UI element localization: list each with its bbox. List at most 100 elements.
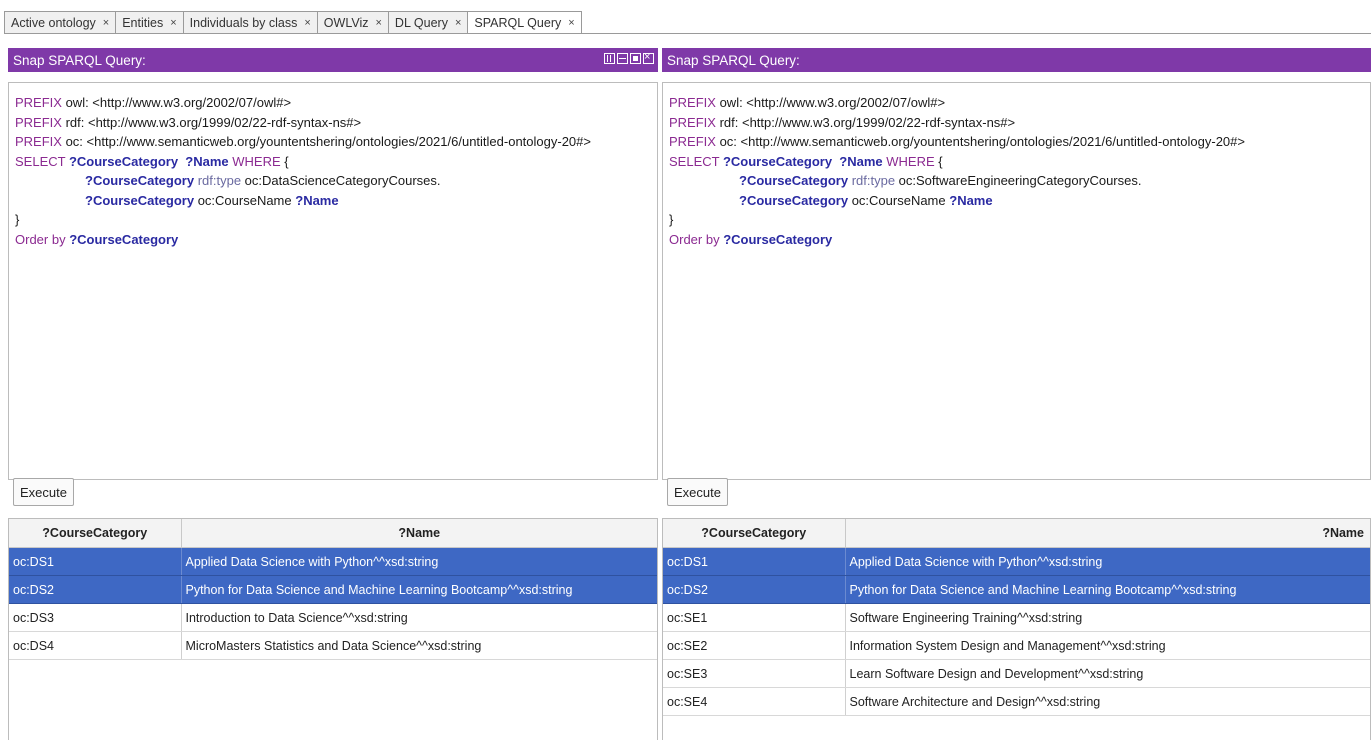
keyword: Order by	[669, 231, 720, 247]
column-header-course-category[interactable]: ?CourseCategory	[663, 519, 846, 548]
tab-label: OWLViz	[323, 16, 369, 30]
query-line: ?CourseCategory rdf:type oc:SoftwareEngi…	[669, 171, 1364, 191]
tab-list: Active ontology × Entities × Individuals…	[4, 11, 582, 34]
keyword: WHERE	[886, 153, 935, 169]
close-icon[interactable]: ×	[304, 17, 310, 29]
keyword: SELECT	[15, 153, 66, 169]
object: oc:DataScienceCategoryCourses.	[241, 173, 441, 188]
query-line: PREFIX owl: <http://www.w3.org/2002/07/o…	[669, 93, 1364, 113]
query-line: ?CourseCategory oc:CourseName ?Name	[15, 191, 651, 211]
table-row[interactable]: oc:SE2 Information System Design and Man…	[663, 631, 1370, 660]
variable: ?CourseCategory	[722, 153, 833, 169]
cell-category: oc:DS4	[9, 631, 182, 660]
variable: ?CourseCategory	[723, 231, 833, 247]
cell-name: Introduction to Data Science^^xsd:string	[181, 603, 657, 632]
close-icon[interactable]: ×	[568, 17, 574, 29]
tab-sparql-query[interactable]: SPARQL Query ×	[468, 12, 581, 34]
tab-dl-query[interactable]: DL Query ×	[389, 12, 469, 34]
variable: ?CourseCategory	[85, 173, 195, 188]
variable: ?Name	[295, 192, 339, 208]
tab-active-ontology[interactable]: Active ontology ×	[5, 12, 117, 34]
keyword: PREFIX	[669, 134, 716, 149]
prefix-text: rdf: <http://www.w3.org/1999/02/22-rdf-s…	[61, 114, 362, 130]
table-row[interactable]: oc:DS1 Applied Data Science with Python^…	[663, 547, 1370, 576]
prefix-text: rdf: <http://www.w3.org/1999/02/22-rdf-s…	[715, 114, 1016, 130]
cell-name: Software Engineering Training^^xsd:strin…	[845, 603, 1370, 632]
prefix-text: oc: <http://www.semanticweb.org/yountent…	[715, 134, 1245, 149]
panel-title-bar: Snap SPARQL Query:	[662, 48, 1371, 72]
column-header-name[interactable]: ?Name	[845, 519, 1370, 548]
cell-category: oc:DS1	[9, 547, 182, 576]
results-table: ?CourseCategory ?Name oc:DS1 Applied Dat…	[663, 519, 1370, 716]
cell-name: Learn Software Design and Development^^x…	[845, 659, 1370, 688]
query-editor[interactable]: PREFIX owl: <http://www.w3.org/2002/07/o…	[662, 82, 1371, 480]
query-line: PREFIX rdf: <http://www.w3.org/1999/02/2…	[15, 113, 651, 133]
object: oc:SoftwareEngineeringCategoryCourses.	[895, 173, 1142, 188]
results-table-container: ?CourseCategory ?Name oc:DS1 Applied Dat…	[8, 518, 658, 740]
tab-individuals-by-class[interactable]: Individuals by class ×	[184, 12, 318, 34]
cell-category: oc:SE2	[663, 631, 846, 660]
view-controls	[604, 50, 654, 64]
table-row[interactable]: oc:SE1 Software Engineering Training^^xs…	[663, 603, 1370, 632]
query-line: ?CourseCategory oc:CourseName ?Name	[669, 191, 1364, 211]
query-line: SELECT ?CourseCategory ?Name WHERE {	[15, 152, 651, 172]
table-row[interactable]: oc:DS4 MicroMasters Statistics and Data …	[9, 631, 657, 660]
query-line: Order by ?CourseCategory	[669, 230, 1364, 250]
panel-title: Snap SPARQL Query:	[667, 52, 800, 68]
maximize-icon[interactable]	[630, 53, 641, 64]
minimize-icon[interactable]	[617, 53, 628, 64]
panel-title: Snap SPARQL Query:	[13, 52, 146, 68]
close-icon[interactable]: ×	[455, 17, 461, 29]
cell-category: oc:SE4	[663, 687, 846, 716]
execute-button[interactable]: Execute	[667, 478, 728, 506]
variable: ?CourseCategory	[68, 153, 179, 169]
table-row[interactable]: oc:DS2 Python for Data Science and Machi…	[9, 575, 657, 604]
tab-owlviz[interactable]: OWLViz ×	[318, 12, 389, 34]
cell-name: MicroMasters Statistics and Data Science…	[181, 631, 657, 660]
tab-label: DL Query	[394, 16, 448, 30]
split-view-icon[interactable]	[604, 53, 615, 64]
panel-title-bar: Snap SPARQL Query:	[8, 48, 658, 72]
keyword: PREFIX	[15, 95, 62, 110]
table-row[interactable]: oc:SE3 Learn Software Design and Develop…	[663, 659, 1370, 688]
execute-button[interactable]: Execute	[13, 478, 74, 506]
tab-entities[interactable]: Entities ×	[116, 12, 184, 34]
variable: ?Name	[949, 192, 993, 208]
cell-category: oc:DS1	[663, 547, 846, 576]
close-icon[interactable]: ×	[103, 17, 109, 29]
brace: {	[934, 153, 943, 169]
variable: ?Name	[185, 153, 229, 169]
right-query-panel: Snap SPARQL Query: PREFIX owl: <http://w…	[662, 48, 1371, 740]
close-icon[interactable]: ×	[170, 17, 176, 29]
query-line: }	[15, 212, 20, 227]
cell-name: Python for Data Science and Machine Lear…	[845, 575, 1370, 604]
table-row[interactable]: oc:DS3 Introduction to Data Science^^xsd…	[9, 603, 657, 632]
tab-label: Individuals by class	[189, 16, 298, 30]
query-line: PREFIX rdf: <http://www.w3.org/1999/02/2…	[669, 113, 1364, 133]
left-query-panel: Snap SPARQL Query: PREFIX owl: <http://w…	[8, 48, 658, 740]
tab-label: SPARQL Query	[474, 16, 562, 30]
close-view-icon[interactable]	[643, 50, 654, 64]
column-header-name[interactable]: ?Name	[181, 519, 657, 548]
keyword: Order by	[15, 231, 66, 247]
results-table: ?CourseCategory ?Name oc:DS1 Applied Dat…	[9, 519, 657, 660]
cell-category: oc:DS2	[9, 575, 182, 604]
predicate: rdf:type	[851, 173, 896, 188]
cell-name: Python for Data Science and Machine Lear…	[181, 575, 657, 604]
table-row[interactable]: oc:DS2 Python for Data Science and Machi…	[663, 575, 1370, 604]
keyword: SELECT	[669, 153, 720, 169]
query-line: PREFIX oc: <http://www.semanticweb.org/y…	[15, 132, 651, 152]
predicate: oc:CourseName	[194, 192, 292, 208]
query-editor[interactable]: PREFIX owl: <http://www.w3.org/2002/07/o…	[8, 82, 658, 480]
brace: {	[280, 153, 289, 169]
table-row[interactable]: oc:DS1 Applied Data Science with Python^…	[9, 547, 657, 576]
tab-strip: Active ontology × Entities × Individuals…	[0, 0, 1371, 44]
query-line: PREFIX oc: <http://www.semanticweb.org/y…	[669, 132, 1364, 152]
table-row[interactable]: oc:SE4 Software Architecture and Design^…	[663, 687, 1370, 716]
cell-name: Software Architecture and Design^^xsd:st…	[845, 687, 1370, 716]
cell-category: oc:SE3	[663, 659, 846, 688]
close-icon[interactable]: ×	[375, 17, 381, 29]
cell-category: oc:DS2	[663, 575, 846, 604]
prefix-text: owl: <http://www.w3.org/2002/07/owl#>	[61, 95, 292, 110]
column-header-course-category[interactable]: ?CourseCategory	[9, 519, 182, 548]
